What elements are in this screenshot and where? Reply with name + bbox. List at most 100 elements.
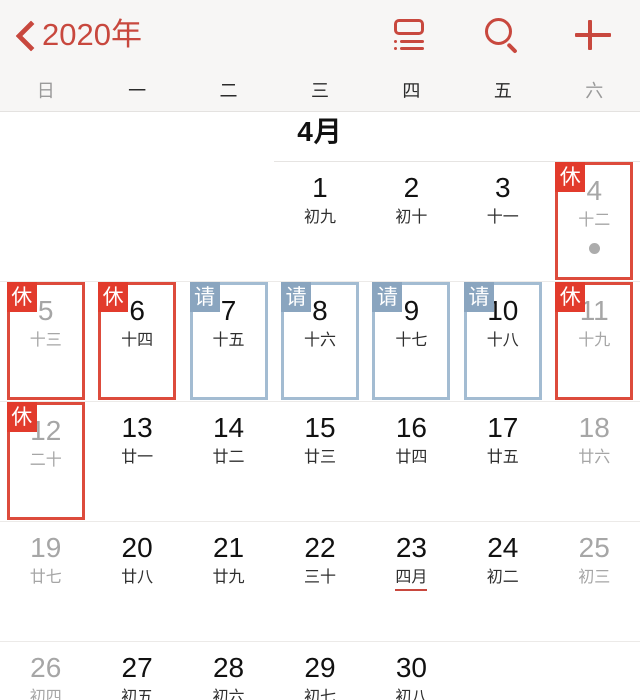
calendar-day-cell[interactable]: 请 10 十八: [457, 282, 548, 402]
calendar-day-cell[interactable]: 17 廿五: [457, 402, 548, 522]
nav-back-group[interactable]: 2020年: [12, 16, 142, 54]
calendar-day-cell[interactable]: 休 4 十二: [549, 162, 640, 282]
lunar-date-label: 廿二: [212, 449, 245, 466]
lunar-date-label: 初四: [29, 689, 62, 700]
day-cell-body: 请 10 十八: [463, 282, 542, 400]
calendar-day-cell[interactable]: 24 初二: [457, 522, 548, 642]
top-navigation-bar: 2020年: [0, 0, 640, 70]
calendar-day-cell[interactable]: 27 初五: [91, 642, 182, 700]
calendar-day-cell[interactable]: 23 四月: [366, 522, 457, 642]
calendar-day-cell[interactable]: 25 初三: [549, 522, 640, 642]
calendar-day-cell[interactable]: 15 廿三: [274, 402, 365, 522]
day-cell-body: 请 8 十六: [280, 282, 359, 400]
lunar-date-label: 十七: [395, 332, 428, 349]
calendar-day-cell[interactable]: 18 廿六: [549, 402, 640, 522]
day-cell-body: 13 廿一: [98, 402, 176, 520]
calendar-cell-empty: [183, 162, 274, 282]
day-cell-body: 休 5 十三: [6, 282, 85, 400]
weekday-label: 五: [493, 80, 512, 101]
restday-badge: 休: [555, 282, 586, 312]
lunar-date-label: 廿五: [486, 449, 519, 466]
calendar-day-cell[interactable]: 29 初七: [274, 642, 365, 700]
day-cell-body: 休 6 十四: [98, 282, 177, 400]
lunar-date-label: 四月: [372, 570, 450, 591]
lunar-date-label: 十三: [29, 332, 62, 349]
calendar-day-cell[interactable]: 22 三十: [274, 522, 365, 642]
calendar-day-cell[interactable]: 13 廿一: [91, 402, 182, 522]
day-cell-body: 20 廿八: [98, 522, 176, 640]
restday-badge: 休: [98, 282, 129, 312]
calendar-day-cell[interactable]: 28 初六: [183, 642, 274, 700]
calendar-day-cell[interactable]: 26 初四: [0, 642, 91, 700]
calendar-day-cell[interactable]: 休 5 十三: [0, 282, 91, 402]
weekday-label: 六: [585, 80, 604, 101]
calendar-day-cell[interactable]: 休 12 二十: [0, 402, 91, 522]
calendar-week-row: 26 初四 27 初五 28 初六 29 初七 30 初八: [0, 642, 640, 700]
calendar-day-cell[interactable]: 请 9 十七: [366, 282, 457, 402]
lunar-date-label: 廿三: [303, 449, 336, 466]
calendar-app: 2020年 日一二三四五六 4月 1 初九 2 初十 3 十一休 4 十二 休 …: [0, 0, 640, 700]
workday-badge: 请: [463, 282, 494, 312]
day-cell-body: 23 四月: [372, 522, 450, 640]
calendar-cell-empty: [457, 642, 548, 700]
day-cell-body: 24 初二: [464, 522, 542, 640]
lunar-date-label: 初五: [121, 689, 154, 700]
day-cell-body: 请 7 十五: [189, 282, 268, 400]
workday-badge: 请: [189, 282, 220, 312]
plus-icon-vertical: [588, 20, 592, 50]
calendar-week-row: 1 初九 2 初十 3 十一 休 4 十二: [0, 162, 640, 282]
calendar-day-cell[interactable]: 20 廿八: [91, 522, 182, 642]
day-number: 28: [212, 652, 245, 683]
lunar-date-label: 二十: [29, 452, 62, 469]
day-number: 13: [121, 412, 153, 443]
nav-actions: [388, 14, 624, 56]
day-cell-body: 3 十一: [464, 162, 542, 280]
day-cell-body: 30 初八: [372, 642, 450, 700]
calendar-day-cell[interactable]: 30 初八: [366, 642, 457, 700]
calendar-day-cell[interactable]: 19 廿七: [0, 522, 91, 642]
calendar-day-cell[interactable]: 请 8 十六: [274, 282, 365, 402]
agenda-icon-dot: [394, 47, 397, 50]
calendar-day-cell[interactable]: 14 廿二: [183, 402, 274, 522]
search-icon-ring: [485, 18, 512, 45]
calendar-day-cell[interactable]: 2 初十: [366, 162, 457, 282]
day-cell-body: 27 初五: [98, 642, 176, 700]
day-cell-body: 休 11 十九: [555, 282, 634, 400]
plus-icon[interactable]: [572, 14, 614, 56]
lunar-date-label: 十八: [486, 332, 519, 349]
calendar-cell-empty: [91, 162, 182, 282]
calendar-day-cell[interactable]: 请 7 十五: [183, 282, 274, 402]
year-title[interactable]: 2020年: [42, 19, 142, 52]
lunar-date-label: 十九: [578, 332, 611, 349]
day-number: 30: [395, 652, 427, 683]
calendar-day-cell[interactable]: 休 6 十四: [91, 282, 182, 402]
day-number: 17: [487, 412, 519, 443]
calendar-day-cell[interactable]: 3 十一: [457, 162, 548, 282]
calendar-week-row: 19 廿七 20 廿八 21 廿九 22 三十 23 四月 24 初二 25 初三: [0, 522, 640, 642]
calendar-cell-empty: [0, 162, 91, 282]
day-cell-body: 21 廿九: [190, 522, 268, 640]
lunar-date-label: 十一: [486, 209, 519, 226]
restday-badge: 休: [6, 282, 37, 312]
search-icon[interactable]: [480, 14, 522, 56]
lunar-date-label: 十二: [578, 212, 611, 229]
calendar-day-cell[interactable]: 16 廿四: [366, 402, 457, 522]
lunar-date-label: 廿六: [578, 449, 611, 466]
weekday-label: 日: [36, 80, 55, 101]
lunar-date-label: 廿七: [29, 569, 62, 586]
day-cell-body: 请 9 十七: [372, 282, 451, 400]
chevron-left-icon[interactable]: [12, 16, 40, 54]
plus-icon-horizontal: [575, 33, 611, 37]
lunar-date-label: 十六: [303, 332, 336, 349]
calendar-day-cell[interactable]: 21 廿九: [183, 522, 274, 642]
day-number: 14: [212, 412, 245, 443]
month-header: 4月: [0, 112, 640, 162]
agenda-view-icon[interactable]: [388, 14, 430, 56]
lunar-month-marker: 四月: [395, 570, 428, 591]
day-cell-body: 18 廿六: [555, 402, 633, 520]
calendar-day-cell[interactable]: 休 11 十九: [549, 282, 640, 402]
calendar-day-cell[interactable]: 1 初九: [274, 162, 365, 282]
workday-badge: 请: [372, 282, 403, 312]
lunar-date-label: 初六: [212, 689, 245, 700]
day-number: 29: [304, 652, 336, 683]
